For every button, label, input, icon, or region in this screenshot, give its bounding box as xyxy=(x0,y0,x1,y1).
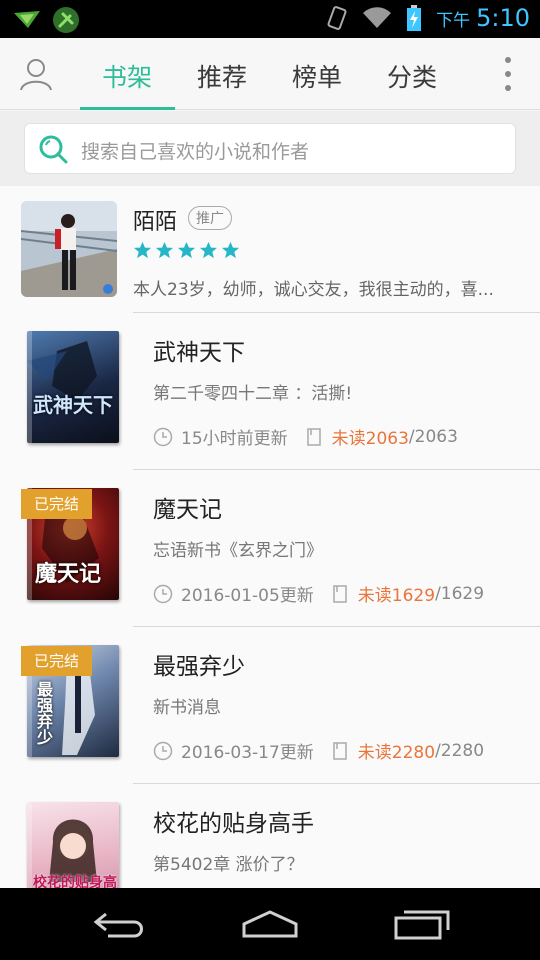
book-cover: 武神天下 xyxy=(27,331,119,443)
bookmark-icon xyxy=(333,584,347,603)
clock-icon xyxy=(153,741,173,760)
update-time: 2016-03-17更新 xyxy=(181,743,314,763)
search-placeholder: 搜索自己喜欢的小说和作者 xyxy=(81,141,310,163)
bookmark-icon xyxy=(306,427,321,446)
cover-title-text: 魔天记 xyxy=(35,561,102,587)
tab-categories[interactable]: 分类 xyxy=(365,58,459,94)
cover-title-text: 最强弃少 xyxy=(34,681,53,745)
completed-badge: 已完结 xyxy=(21,646,92,676)
search-icon xyxy=(39,135,68,164)
promo-item[interactable]: 陌陌 推广 本人23岁，幼师，诚心交友，我很主动的，喜... xyxy=(0,186,540,313)
star-icon xyxy=(199,241,218,259)
star-icon xyxy=(155,241,174,259)
chapter-total: /2063 xyxy=(408,426,458,447)
promo-tag: 推广 xyxy=(188,206,232,230)
tab-rankings[interactable]: 榜单 xyxy=(270,58,364,94)
search-input[interactable]: 搜索自己喜欢的小说和作者 xyxy=(24,123,516,174)
chapter-total: /1629 xyxy=(435,583,485,604)
unread-count: 未读2063 xyxy=(331,429,409,449)
book-meta: 2016-03-17更新 未读2280 /2280 xyxy=(153,738,484,763)
book-item[interactable]: 校花的贴身高手 校花的贴身高手 第5402章 涨价了？ xyxy=(0,784,540,888)
clock-icon xyxy=(153,427,173,446)
tools-notification-icon xyxy=(53,7,79,33)
app-notification-icon xyxy=(14,11,40,28)
unread-count: 未读1629 xyxy=(357,586,436,606)
latest-chapter: 第5402章 涨价了？ xyxy=(153,855,304,875)
latest-chapter: 新书消息 xyxy=(153,698,221,718)
latest-chapter: 第二千零四十二章 ：活撕! xyxy=(153,384,353,404)
unread-count: 未读2280 xyxy=(357,743,436,763)
wifi-icon xyxy=(363,7,392,29)
cover-title-text: 校花的贴身高手 xyxy=(33,875,117,888)
status-ampm: 下午 xyxy=(436,10,471,31)
update-time: 2016-01-05更新 xyxy=(181,586,314,606)
latest-chapter: 忘语新书《玄界之门》 xyxy=(153,541,323,561)
book-title: 最强弃少 xyxy=(153,654,245,680)
user-profile-icon[interactable] xyxy=(18,56,54,92)
book-item[interactable]: 最强弃少 已完结 最强弃少 新书消息 2016-03-17更新 未读2280 /… xyxy=(0,627,540,784)
book-title: 魔天记 xyxy=(153,497,222,523)
bookshelf-list[interactable]: 陌陌 推广 本人23岁，幼师，诚心交友，我很主动的，喜... 武神天下 武神天下… xyxy=(0,186,540,888)
active-tab-indicator xyxy=(80,107,175,110)
book-meta: 2016-01-05更新 未读1629 /1629 xyxy=(153,581,484,606)
battery-charging-icon xyxy=(407,5,422,31)
cover-title-text: 武神天下 xyxy=(33,393,113,417)
promo-photo xyxy=(21,201,117,297)
completed-badge: 已完结 xyxy=(21,489,92,519)
book-meta: 15小时前更新 未读2063 /2063 xyxy=(153,424,458,449)
back-icon[interactable] xyxy=(90,906,150,942)
status-bar: 下午 5:10 xyxy=(0,0,540,38)
vibrate-icon xyxy=(327,6,347,30)
status-time: 5:10 xyxy=(476,4,530,32)
book-item[interactable]: 武神天下 武神天下 第二千零四十二章 ：活撕! 15小时前更新 未读2063 /… xyxy=(0,313,540,470)
promo-description: 本人23岁，幼师，诚心交友，我很主动的，喜... xyxy=(133,280,494,300)
book-title: 武神天下 xyxy=(153,340,245,366)
clock-icon xyxy=(153,584,173,603)
more-options-icon[interactable] xyxy=(498,54,518,94)
star-icon xyxy=(177,241,196,259)
update-time: 15小时前更新 xyxy=(181,429,288,449)
system-navigation-bar xyxy=(0,888,540,960)
book-title: 校花的贴身高手 xyxy=(153,811,314,837)
top-navigation: 书架 推荐 榜单 分类 xyxy=(0,38,540,110)
star-icon xyxy=(221,241,240,259)
home-icon[interactable] xyxy=(240,906,300,942)
star-icon xyxy=(133,241,152,259)
promo-name: 陌陌 xyxy=(133,210,178,235)
tab-recommend[interactable]: 推荐 xyxy=(175,58,269,94)
book-item[interactable]: 魔天记 已完结 魔天记 忘语新书《玄界之门》 2016-01-05更新 未读16… xyxy=(0,470,540,627)
promo-rating xyxy=(133,241,240,260)
book-cover: 校花的贴身高手 xyxy=(27,802,119,888)
recent-apps-icon[interactable] xyxy=(392,906,452,942)
search-area: 搜索自己喜欢的小说和作者 xyxy=(0,111,540,186)
chapter-total: /2280 xyxy=(435,740,485,761)
tab-bookshelf[interactable]: 书架 xyxy=(80,58,174,94)
bookmark-icon xyxy=(333,741,347,760)
